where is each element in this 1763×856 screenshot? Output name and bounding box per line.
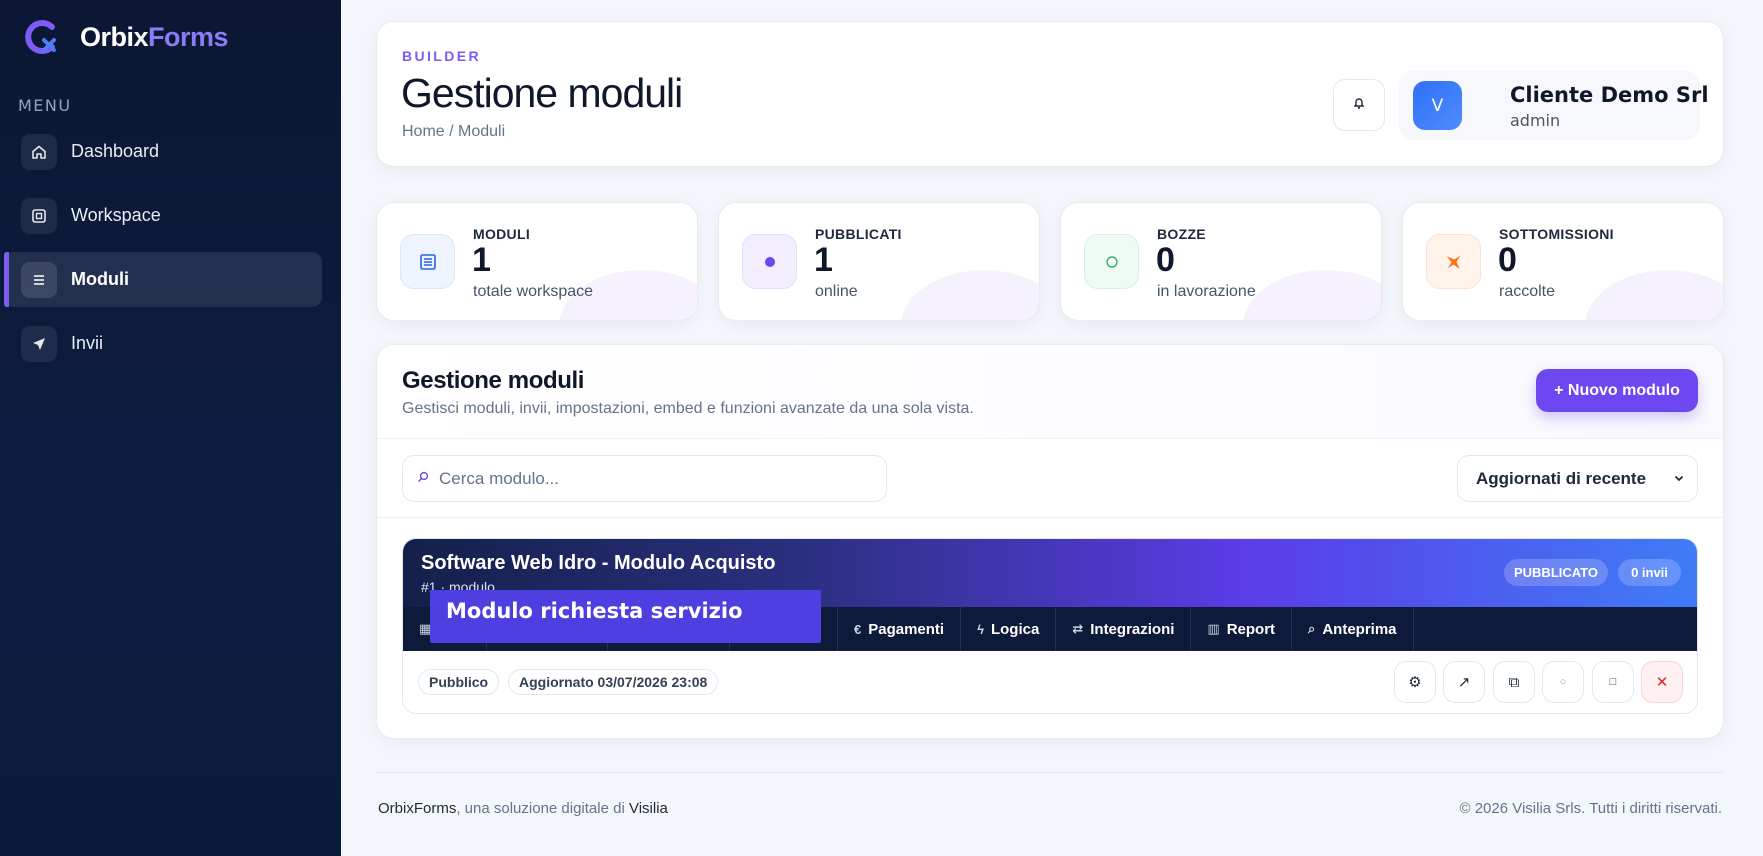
workspace-icon: [21, 197, 57, 234]
list-icon: [400, 234, 455, 289]
user-menu[interactable]: V Cliente Demo Srl admin: [1399, 71, 1709, 140]
stat-decoration: [1585, 270, 1723, 320]
gear-icon: ⚙: [1408, 674, 1422, 691]
external-link-icon: ↗: [1457, 674, 1471, 691]
home-icon: [21, 133, 57, 170]
sidebar-item-label: Workspace: [71, 205, 161, 225]
logo-icon: [22, 18, 60, 56]
page-title: Gestione moduli: [401, 70, 683, 116]
duplicate-button[interactable]: ⧉: [1493, 661, 1535, 703]
exchange-icon: ⇄: [1072, 621, 1084, 636]
module-title[interactable]: Software Web Idro - Modulo Acquisto: [421, 552, 775, 575]
brand-logo[interactable]: OrbixForms: [22, 18, 229, 56]
send-icon: [21, 325, 57, 362]
new-module-button[interactable]: + Nuovo modulo: [1536, 369, 1698, 412]
panel-header: Gestione moduli Gestisci moduli, invii, …: [377, 345, 1723, 439]
tab-report[interactable]: ▥ Report: [1191, 607, 1293, 651]
delete-button[interactable]: ✕: [1641, 661, 1683, 703]
visibility-chip: Pubblico: [418, 669, 500, 695]
search-icon: [417, 470, 429, 488]
avatar: V: [1413, 81, 1462, 130]
dot-icon: [742, 234, 797, 289]
stat-label: PUBBLICATI: [815, 226, 902, 242]
sidebar-item-label: Moduli: [71, 269, 129, 289]
submissions-badge: 0 invii: [1618, 559, 1681, 586]
unpublish-button[interactable]: ○: [1542, 661, 1584, 703]
archive-button[interactable]: □: [1592, 661, 1634, 703]
search-box[interactable]: [402, 455, 887, 502]
footer-brand: OrbixForms: [378, 800, 457, 817]
square-icon: □: [1609, 676, 1617, 688]
circle-icon: ○: [1559, 676, 1567, 688]
breadcrumb[interactable]: Home / Moduli: [402, 123, 505, 141]
page-eyebrow: BUILDER: [402, 48, 482, 64]
stat-decoration: [1243, 270, 1381, 320]
sidebar: OrbixForms MENU Dashboard Workspace Modu…: [0, 0, 341, 856]
stat-value: 0: [1498, 241, 1517, 279]
menu-label: MENU: [18, 96, 72, 115]
tab-anteprima[interactable]: ⌕ Anteprima: [1292, 607, 1414, 651]
module-card-footer: Pubblico Aggiornato 03/07/2026 23:08 ⚙ ↗…: [403, 651, 1697, 713]
stat-subtitle: in lavorazione: [1157, 283, 1256, 300]
updated-chip: Aggiornato 03/07/2026 23:08: [508, 669, 719, 695]
tab-pagamenti[interactable]: € Pagamenti: [838, 607, 962, 651]
search-icon: ⌕: [1308, 621, 1316, 636]
stat-subtitle: totale workspace: [473, 283, 594, 300]
sidebar-nav: Dashboard Workspace Moduli Invii: [4, 124, 322, 380]
settings-button[interactable]: ⚙: [1394, 661, 1436, 703]
footer-company-link[interactable]: Visilia: [629, 800, 668, 817]
modules-panel: Gestione moduli Gestisci moduli, invii, …: [376, 344, 1724, 739]
bell-icon: [1352, 96, 1366, 115]
stat-card-sottomissioni: SOTTOMISSIONI 0 raccolte: [1402, 202, 1724, 321]
close-icon: ✕: [1655, 674, 1669, 691]
sort-select[interactable]: Aggiornati di recente: [1457, 455, 1698, 502]
list-icon: [21, 261, 57, 298]
sidebar-item-label: Dashboard: [71, 141, 160, 161]
stat-subtitle: raccolte: [1499, 283, 1556, 300]
chevron-down-icon: [1673, 469, 1685, 489]
panel-subtitle: Gestisci moduli, invii, impostazioni, em…: [402, 400, 974, 417]
stat-card-pubblicati: PUBBLICATI 1 online: [718, 202, 1040, 321]
open-button[interactable]: ↗: [1443, 661, 1485, 703]
stat-value: 0: [1156, 241, 1175, 279]
stat-decoration: [901, 270, 1039, 320]
footer-credits: OrbixForms, una soluzione digitale di Vi…: [378, 800, 668, 817]
stat-value: 1: [472, 241, 491, 279]
plane-icon: [1426, 234, 1481, 289]
sidebar-item-label: Invii: [71, 333, 104, 353]
sidebar-item-invii[interactable]: Invii: [4, 316, 322, 371]
user-role: admin: [1510, 111, 1561, 130]
panel-title: Gestione moduli: [402, 367, 585, 394]
sidebar-item-workspace[interactable]: Workspace: [4, 188, 322, 243]
notifications-button[interactable]: [1333, 79, 1385, 131]
tab-logica[interactable]: ϟ Logica: [961, 607, 1057, 651]
footer-divider: [376, 772, 1724, 773]
bolt-icon: ϟ: [977, 621, 984, 637]
footer-text: , una soluzione digitale di: [456, 800, 629, 817]
tab-integrazioni[interactable]: ⇄ Integrazioni: [1056, 607, 1192, 651]
stat-value: 1: [814, 241, 833, 279]
search-input[interactable]: [439, 468, 839, 489]
sidebar-item-dashboard[interactable]: Dashboard: [4, 124, 322, 179]
footer-copyright: © 2026 Visilia Srls. Tutti i diritti ris…: [1459, 800, 1722, 817]
stat-label: BOZZE: [1157, 226, 1206, 242]
page-header: BUILDER Gestione moduli Home / Moduli V …: [376, 21, 1724, 167]
copy-icon: ⧉: [1508, 673, 1520, 691]
tooltip: Modulo richiesta servizio: [430, 590, 821, 643]
circle-icon: [1084, 234, 1139, 289]
report-icon: ▥: [1207, 621, 1220, 636]
status-badge: PUBBLICATO: [1504, 559, 1608, 586]
user-name: Cliente Demo Srl: [1510, 83, 1709, 107]
sort-selected-value: Aggiornati di recente: [1476, 468, 1647, 488]
stat-card-bozze: BOZZE 0 in lavorazione: [1060, 202, 1382, 321]
stat-label: MODULI: [473, 226, 531, 242]
stat-card-moduli: MODULI 1 totale workspace: [376, 202, 698, 321]
stat-label: SOTTOMISSIONI: [1499, 226, 1614, 242]
stat-subtitle: online: [815, 283, 858, 300]
filter-row: Aggiornati di recente: [377, 439, 1723, 518]
brand-name: OrbixForms: [80, 21, 229, 52]
euro-icon: €: [854, 621, 862, 637]
sidebar-item-moduli[interactable]: Moduli: [4, 252, 322, 307]
